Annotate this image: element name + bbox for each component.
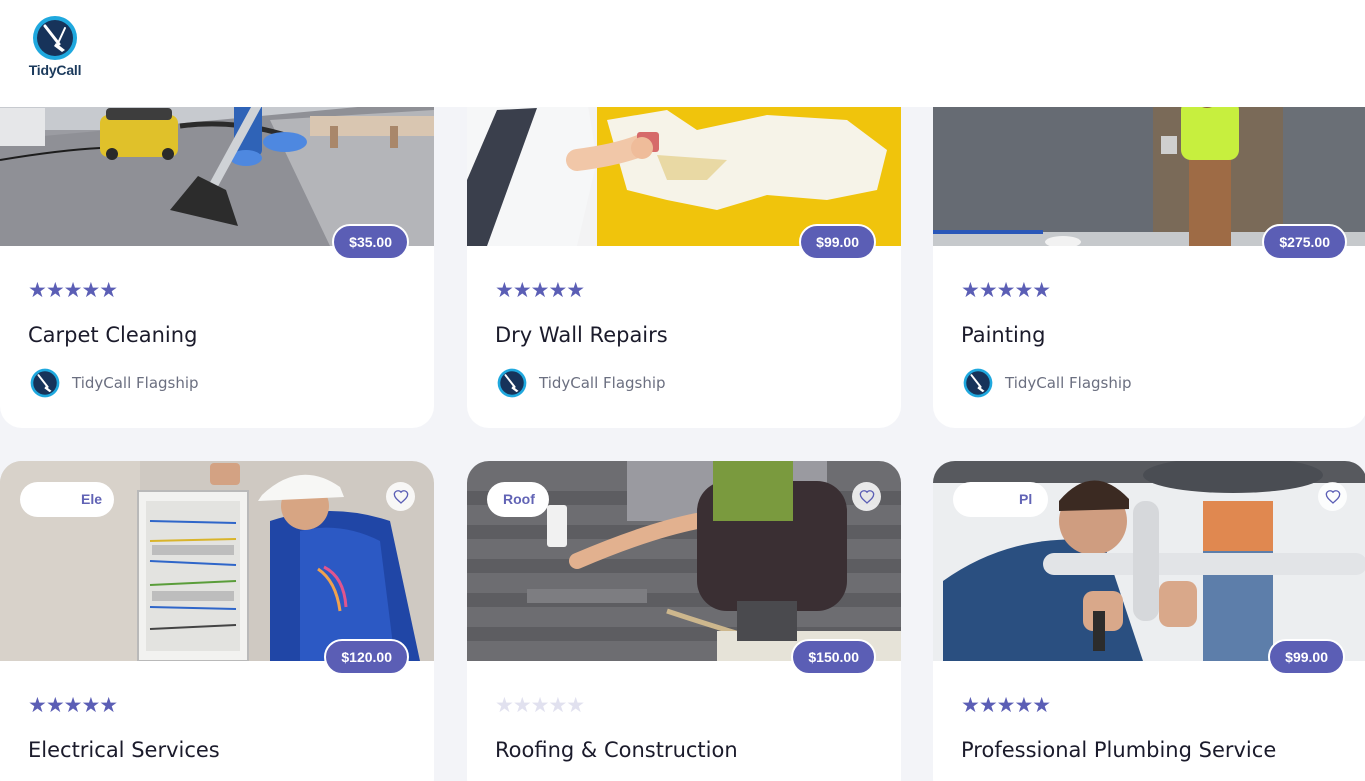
- category-tag[interactable]: Ele: [20, 482, 114, 517]
- category-tag[interactable]: Roof: [487, 482, 549, 517]
- provider-info[interactable]: TidyCall Flagship: [963, 368, 1132, 398]
- favorite-button[interactable]: [386, 482, 415, 511]
- service-title[interactable]: Dry Wall Repairs: [495, 322, 668, 348]
- price-badge: $99.00: [799, 224, 876, 260]
- service-card-professional-plumbing[interactable]: Pl $99.00 ★★★★★ Professional Plumbing Se…: [933, 461, 1365, 781]
- service-title[interactable]: Professional Plumbing Service: [961, 737, 1276, 763]
- star-rating: ★★★★★: [28, 693, 118, 717]
- category-label: Pl: [1019, 491, 1033, 507]
- category-label: Roof: [503, 491, 535, 507]
- site-header: TidyCall: [0, 0, 1365, 107]
- provider-info[interactable]: TidyCall Flagship: [497, 368, 666, 398]
- provider-avatar-icon: [30, 368, 60, 398]
- provider-name: TidyCall Flagship: [72, 374, 199, 392]
- favorite-button[interactable]: [1318, 482, 1347, 511]
- star-rating: ★★★★★: [28, 278, 118, 302]
- logo-mark-icon: [33, 16, 77, 60]
- service-card-electrical-services[interactable]: Ele $120.00 ★★★★★ Electrical Services: [0, 461, 434, 781]
- service-card-carpet-cleaning[interactable]: $35.00 ★★★★★ Carpet Cleaning TidyCall Fl…: [0, 60, 434, 428]
- category-tag[interactable]: Pl: [953, 482, 1048, 517]
- price-badge: $35.00: [332, 224, 409, 260]
- star-rating: ★★★★★: [495, 693, 585, 717]
- category-label: Ele: [81, 491, 103, 507]
- tidycall-logo[interactable]: TidyCall: [24, 15, 86, 81]
- provider-info[interactable]: TidyCall Flagship: [30, 368, 199, 398]
- service-card-dry-wall-repairs[interactable]: $99.00 ★★★★★ Dry Wall Repairs TidyCall F…: [467, 60, 901, 428]
- logo-text: TidyCall: [28, 62, 82, 78]
- heart-icon: [1325, 489, 1340, 504]
- price-badge: $275.00: [1262, 224, 1347, 260]
- service-card-roofing-construction[interactable]: Roof $150.00 ★★★★★ Roofing & Constructio…: [467, 461, 901, 781]
- provider-name: TidyCall Flagship: [1005, 374, 1132, 392]
- provider-avatar-icon: [963, 368, 993, 398]
- favorite-button[interactable]: [852, 482, 881, 511]
- star-rating: ★★★★★: [961, 278, 1051, 302]
- star-rating: ★★★★★: [961, 693, 1051, 717]
- service-title[interactable]: Carpet Cleaning: [28, 322, 197, 348]
- service-card-painting[interactable]: $275.00 ★★★★★ Painting TidyCall Flagship: [933, 60, 1365, 428]
- service-title[interactable]: Electrical Services: [28, 737, 220, 763]
- provider-avatar-icon: [497, 368, 527, 398]
- price-badge: $120.00: [324, 639, 409, 675]
- heart-icon: [859, 489, 874, 504]
- star-rating: ★★★★★: [495, 278, 585, 302]
- price-badge: $150.00: [791, 639, 876, 675]
- service-title[interactable]: Roofing & Construction: [495, 737, 738, 763]
- service-title[interactable]: Painting: [961, 322, 1045, 348]
- heart-icon: [393, 489, 408, 504]
- price-badge: $99.00: [1268, 639, 1345, 675]
- provider-name: TidyCall Flagship: [539, 374, 666, 392]
